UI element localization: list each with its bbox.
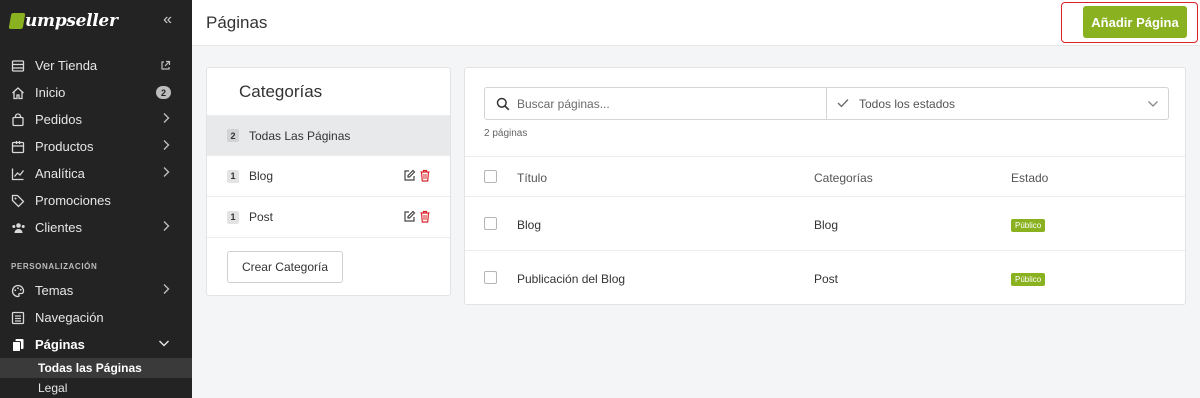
column-status[interactable]: Estado [1011, 171, 1048, 185]
filter-bar: Todos los estados [484, 87, 1169, 120]
status-badge: Público [1011, 273, 1046, 286]
pages-icon [10, 337, 26, 353]
sidebar-item-label: Temas [35, 283, 74, 298]
table-header: Título Categorías Estado [465, 156, 1185, 197]
sidebar-item-promociones[interactable]: Promociones [0, 187, 192, 214]
categories-title: Categorías [239, 82, 323, 101]
sidebar-item-label: Ver Tienda [35, 58, 98, 73]
edit-icon[interactable] [403, 169, 416, 185]
sidebar-item-paginas[interactable]: Páginas [0, 331, 192, 358]
table-row[interactable]: Publicación del Blog Post Público [465, 251, 1185, 305]
search-icon [496, 97, 510, 114]
page-title-link[interactable]: Publicación del Blog [517, 272, 625, 286]
logo-mark [8, 13, 26, 29]
main-nav: Ver Tienda Inicio 2 Pedidos Productos An… [0, 52, 192, 241]
sidebar-item-ver-tienda[interactable]: Ver Tienda [0, 52, 192, 79]
column-categories[interactable]: Categorías [814, 171, 873, 185]
sidebar-item-label: Clientes [35, 220, 82, 235]
bag-icon [10, 112, 26, 128]
store-icon [10, 58, 26, 74]
create-category-button[interactable]: Crear Categoría [227, 251, 343, 283]
chevron-down-icon [158, 337, 170, 352]
chevron-down-icon [1147, 98, 1159, 112]
status-filter-select[interactable]: Todos los estados [827, 88, 1168, 119]
sidebar-item-productos[interactable]: Productos [0, 133, 192, 160]
sidebar-item-temas[interactable]: Temas [0, 277, 192, 304]
chevron-right-icon [162, 139, 170, 154]
category-item-blog[interactable]: 1 Blog [207, 156, 450, 197]
sidebar-item-navegacion[interactable]: Navegación [0, 304, 192, 331]
category-count: 1 [227, 169, 239, 183]
chevron-right-icon [162, 166, 170, 181]
brand-name: umpseller [25, 11, 118, 31]
sidebar-item-label: Promociones [35, 193, 111, 208]
select-all-checkbox[interactable] [484, 170, 497, 183]
sidebar: umpseller « Ver Tienda Inicio 2 Pedidos … [0, 0, 192, 398]
page-header: Páginas Añadir Página [192, 0, 1200, 46]
category-actions [403, 169, 431, 185]
count-badge: 2 [156, 86, 171, 99]
category-label: Post [249, 210, 274, 224]
sidebar-subitem-todas-las-paginas[interactable]: Todas las Páginas [0, 358, 192, 378]
sidebar-item-label: Analítica [35, 166, 85, 181]
personalization-nav: Temas Navegación Páginas Todas las Págin… [0, 277, 192, 398]
sidebar-item-label: Páginas [35, 337, 85, 352]
pages-panel: Todos los estados 2 páginas Título Categ… [464, 67, 1186, 305]
collapse-sidebar-icon[interactable]: « [163, 12, 172, 28]
sidebar-item-label: Inicio [35, 85, 66, 100]
page-category: Post [814, 272, 839, 286]
sidebar-item-clientes[interactable]: Clientes [0, 214, 192, 241]
category-label: Blog [249, 169, 274, 183]
sidebar-subitem-legal[interactable]: Legal [0, 378, 192, 398]
logo[interactable]: umpseller [8, 10, 118, 32]
users-icon [10, 220, 26, 236]
sidebar-item-label: Pedidos [35, 112, 82, 127]
page-title-link[interactable]: Blog [517, 218, 541, 232]
category-actions [403, 210, 431, 226]
categories-panel: Categorías 2 Todas Las Páginas 1 Blog 1 … [206, 67, 451, 296]
external-link-icon [160, 59, 171, 74]
page-title: Páginas [206, 13, 268, 32]
sidebar-item-pedidos[interactable]: Pedidos [0, 106, 192, 133]
list-icon [10, 310, 26, 326]
check-icon [837, 97, 849, 111]
sidebar-item-analitica[interactable]: Analítica [0, 160, 192, 187]
page-category: Blog [814, 218, 839, 232]
chevron-right-icon [162, 283, 170, 298]
category-label: Todas Las Páginas [249, 128, 351, 143]
sidebar-item-inicio[interactable]: Inicio 2 [0, 79, 192, 106]
category-item-post[interactable]: 1 Post [207, 197, 450, 238]
results-count: 2 páginas [484, 128, 528, 139]
sidebar-item-label: Navegación [35, 310, 104, 325]
tag-icon [10, 193, 26, 209]
category-count: 2 [227, 129, 239, 142]
sidebar-item-label: Productos [35, 139, 94, 154]
add-page-button[interactable]: Añadir Página [1083, 6, 1187, 38]
home-icon [10, 85, 26, 101]
chart-icon [10, 166, 26, 182]
section-label: PERSONALIZACIÓN [11, 262, 98, 271]
column-title[interactable]: Título [517, 171, 547, 185]
trash-icon[interactable] [419, 169, 431, 185]
status-badge: Público [1011, 219, 1046, 232]
chevron-right-icon [162, 220, 170, 235]
box-icon [10, 139, 26, 155]
edit-icon[interactable] [403, 210, 416, 226]
table-row[interactable]: Blog Blog Público [465, 197, 1185, 251]
category-item-all[interactable]: 2 Todas Las Páginas [207, 115, 450, 156]
trash-icon[interactable] [419, 210, 431, 226]
status-filter-value: Todos los estados [859, 96, 956, 111]
chevron-right-icon [162, 112, 170, 127]
palette-icon [10, 283, 26, 299]
row-checkbox[interactable] [484, 271, 497, 284]
category-count: 1 [227, 210, 239, 224]
search-input[interactable] [517, 89, 822, 118]
row-checkbox[interactable] [484, 217, 497, 230]
